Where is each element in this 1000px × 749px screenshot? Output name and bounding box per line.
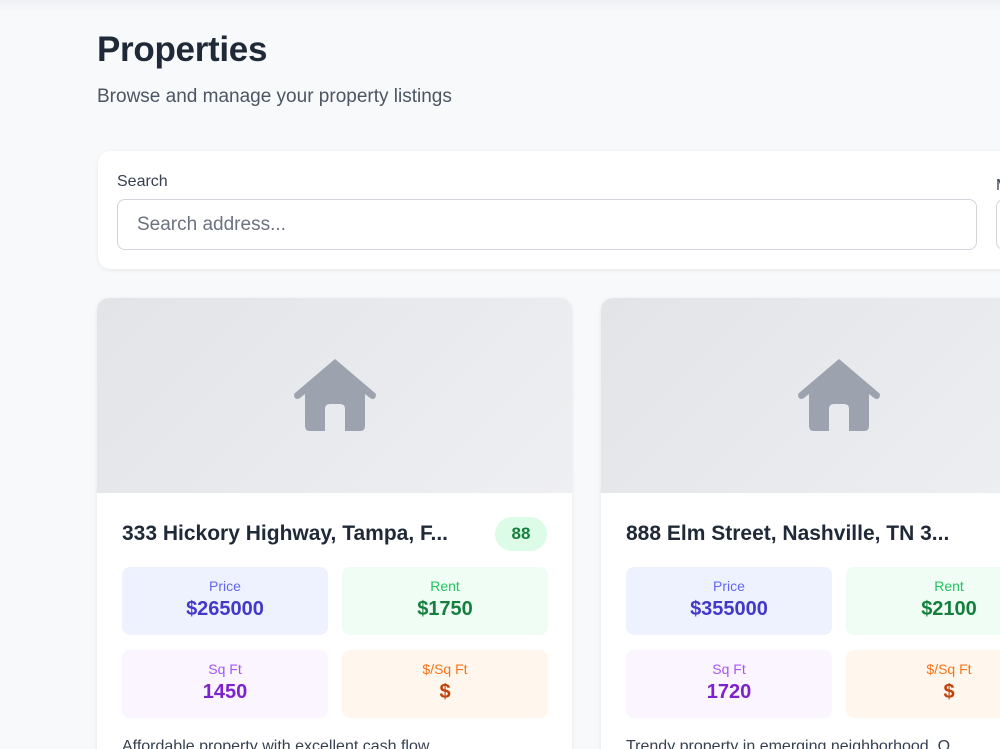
top-shadow: [0, 0, 1000, 12]
filter-panel: Search M: [98, 151, 1000, 269]
property-address: 888 Elm Street, Nashville, TN 3...: [626, 522, 950, 545]
rent-stat: Rent $1750: [342, 567, 548, 635]
property-description: Trendy property in emerging neighborhood…: [626, 738, 951, 749]
rent-label: Rent: [934, 578, 964, 594]
price-per-sqft-value: $: [439, 681, 451, 703]
price-stat: Price $265000: [122, 567, 328, 635]
search-label: Search: [117, 173, 168, 190]
property-image-placeholder: [601, 298, 1000, 493]
property-card[interactable]: 888 Elm Street, Nashville, TN 3... Price…: [601, 298, 1000, 749]
price-per-sqft-label: $/Sq Ft: [422, 661, 468, 677]
rent-label: Rent: [430, 578, 460, 594]
filter-label: M: [996, 177, 1000, 195]
price-per-sqft-stat: $/Sq Ft $: [342, 650, 548, 718]
property-card[interactable]: 333 Hickory Highway, Tampa, F... 88 Pric…: [97, 298, 572, 749]
score-badge: 88: [495, 517, 547, 551]
sqft-value: 1450: [202, 681, 248, 703]
sqft-label: Sq Ft: [208, 661, 242, 677]
price-label: Price: [713, 578, 745, 594]
rent-stat: Rent $2100: [846, 567, 1000, 635]
price-per-sqft-stat: $/Sq Ft $: [846, 650, 1000, 718]
rent-value: $2100: [921, 598, 977, 620]
price-per-sqft-value: $: [943, 681, 955, 703]
sqft-stat: Sq Ft 1720: [626, 650, 832, 718]
sqft-value: 1720: [706, 681, 752, 703]
price-per-sqft-label: $/Sq Ft: [926, 661, 972, 677]
search-input[interactable]: [117, 199, 977, 250]
properties-page: Properties Browse and manage your proper…: [0, 0, 1000, 749]
sqft-label: Sq Ft: [712, 661, 746, 677]
house-icon: [293, 359, 376, 431]
price-value: $265000: [186, 598, 264, 620]
property-description: Affordable property with excellent cash …: [122, 738, 430, 749]
filter-select[interactable]: [996, 199, 1000, 250]
rent-value: $1750: [417, 598, 473, 620]
house-icon: [797, 359, 880, 431]
price-stat: Price $355000: [626, 567, 832, 635]
property-image-placeholder: [97, 298, 572, 493]
price-label: Price: [209, 578, 241, 594]
page-title: Properties: [97, 30, 268, 69]
price-value: $355000: [690, 598, 768, 620]
property-address: 333 Hickory Highway, Tampa, F...: [122, 522, 449, 545]
sqft-stat: Sq Ft 1450: [122, 650, 328, 718]
page-subtitle: Browse and manage your property listings: [97, 86, 452, 107]
